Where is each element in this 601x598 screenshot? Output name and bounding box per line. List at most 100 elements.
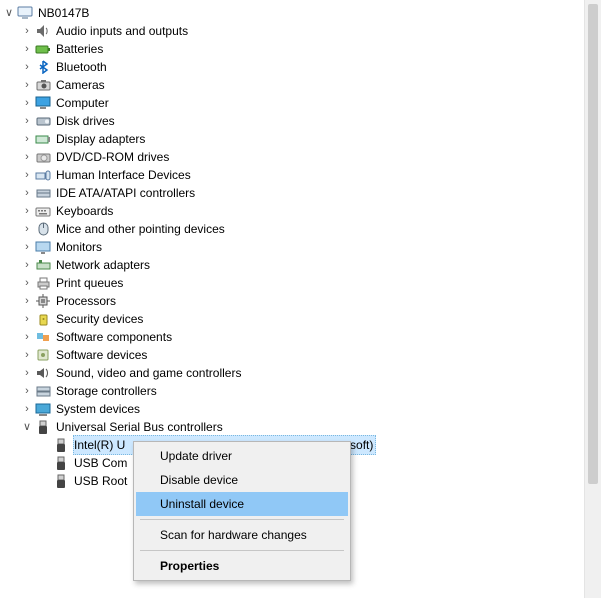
cpu-icon (34, 293, 52, 309)
chevron-down-icon[interactable]: ∨ (20, 418, 34, 436)
tree-item-mice[interactable]: › Mice and other pointing devices (20, 220, 601, 238)
tree-label[interactable]: Software components (55, 327, 175, 347)
tree-label[interactable]: Disk drives (55, 111, 118, 131)
tree-item-storage[interactable]: › Storage controllers (20, 382, 601, 400)
chevron-right-icon[interactable]: › (20, 310, 34, 328)
menu-scan-hardware[interactable]: Scan for hardware changes (136, 523, 348, 547)
chevron-right-icon[interactable]: › (20, 274, 34, 292)
tree-item-print[interactable]: › Print queues (20, 274, 601, 292)
device-tree: ∨ NB0147B › Audio inputs and outputs › Bat… (0, 0, 601, 490)
chevron-right-icon[interactable]: › (20, 292, 34, 310)
monitor2-icon (34, 239, 52, 255)
tree-label[interactable]: Cameras (55, 75, 108, 95)
tree-item-network[interactable]: › Network adapters (20, 256, 601, 274)
keyboard-icon (34, 203, 52, 219)
tree-item-display-adapters[interactable]: › Display adapters (20, 130, 601, 148)
tree-label[interactable]: Mice and other pointing devices (55, 219, 228, 239)
tree-label[interactable]: Audio inputs and outputs (55, 21, 191, 41)
menu-properties[interactable]: Properties (136, 554, 348, 578)
tree-item-system[interactable]: › System devices (20, 400, 601, 418)
tree-label[interactable]: Storage controllers (55, 381, 160, 401)
chevron-right-icon[interactable]: › (20, 238, 34, 256)
usb-icon (34, 419, 52, 435)
tree-label[interactable]: Print queues (55, 273, 126, 293)
usb-icon (52, 437, 70, 453)
system-icon (34, 401, 52, 417)
tree-item-disk[interactable]: › Disk drives (20, 112, 601, 130)
tree-item-computer[interactable]: › Computer (20, 94, 601, 112)
tree-label[interactable]: Security devices (55, 309, 146, 329)
tree-label[interactable]: USB Com (73, 453, 130, 473)
tree-label[interactable]: Sound, video and game controllers (55, 363, 244, 383)
tree-item-bluetooth[interactable]: › Bluetooth (20, 58, 601, 76)
tree-label[interactable]: IDE ATA/ATAPI controllers (55, 183, 198, 203)
scrollbar[interactable] (584, 0, 601, 598)
chevron-right-icon[interactable]: › (20, 256, 34, 274)
scrollbar-thumb[interactable] (588, 4, 598, 484)
chevron-right-icon[interactable]: › (20, 184, 34, 202)
tree-item-sound[interactable]: › Sound, video and game controllers (20, 364, 601, 382)
software-component-icon (34, 329, 52, 345)
battery-icon (34, 41, 52, 57)
menu-uninstall-device[interactable]: Uninstall device (136, 492, 348, 516)
chevron-right-icon[interactable]: › (20, 58, 34, 76)
chevron-right-icon[interactable]: › (20, 364, 34, 382)
chevron-right-icon[interactable]: › (20, 400, 34, 418)
tree-label[interactable]: Bluetooth (55, 57, 110, 77)
tree-label[interactable]: Display adapters (55, 129, 148, 149)
tree-label[interactable]: Processors (55, 291, 119, 311)
tree-item-swdev[interactable]: › Software devices (20, 346, 601, 364)
tree-item-cameras[interactable]: › Cameras (20, 76, 601, 94)
tree-label[interactable]: Monitors (55, 237, 105, 257)
tree-root[interactable]: ∨ NB0147B (2, 4, 601, 22)
menu-separator (140, 550, 344, 551)
chevron-right-icon[interactable]: › (20, 328, 34, 346)
chevron-right-icon[interactable]: › (20, 130, 34, 148)
tree-label[interactable]: USB Root (73, 471, 130, 491)
chevron-right-icon[interactable]: › (20, 148, 34, 166)
disk-icon (34, 113, 52, 129)
chevron-right-icon[interactable]: › (20, 94, 34, 112)
tree-label[interactable]: Computer (55, 93, 112, 113)
chevron-right-icon[interactable]: › (20, 382, 34, 400)
network-icon (34, 257, 52, 273)
chevron-right-icon[interactable]: › (20, 220, 34, 238)
menu-disable-device[interactable]: Disable device (136, 468, 348, 492)
tree-item-ide[interactable]: › IDE ATA/ATAPI controllers (20, 184, 601, 202)
tree-label[interactable]: Universal Serial Bus controllers (55, 417, 226, 437)
chevron-down-icon[interactable]: ∨ (2, 4, 16, 22)
tree-label[interactable]: Network adapters (55, 255, 153, 275)
tree-item-batteries[interactable]: › Batteries (20, 40, 601, 58)
tree-label[interactable]: System devices (55, 399, 143, 419)
tree-label[interactable]: Human Interface Devices (55, 165, 194, 185)
chevron-right-icon[interactable]: › (20, 76, 34, 94)
storage-icon (34, 383, 52, 399)
root-label[interactable]: NB0147B (37, 3, 92, 23)
chevron-right-icon[interactable]: › (20, 22, 34, 40)
chevron-right-icon[interactable]: › (20, 40, 34, 58)
tree-item-monitors[interactable]: › Monitors (20, 238, 601, 256)
chevron-right-icon[interactable]: › (20, 166, 34, 184)
tree-label[interactable]: Batteries (55, 39, 106, 59)
tree-item-processors[interactable]: › Processors (20, 292, 601, 310)
tree-item-swcomp[interactable]: › Software components (20, 328, 601, 346)
tree-label[interactable]: DVD/CD-ROM drives (55, 147, 172, 167)
tree-item-keyboards[interactable]: › Keyboards (20, 202, 601, 220)
chevron-right-icon[interactable]: › (20, 202, 34, 220)
tree-item-hid[interactable]: › Human Interface Devices (20, 166, 601, 184)
chevron-right-icon[interactable]: › (20, 112, 34, 130)
mouse-icon (34, 221, 52, 237)
software-device-icon (34, 347, 52, 363)
tree-item-audio[interactable]: › Audio inputs and outputs (20, 22, 601, 40)
display-adapter-icon (34, 131, 52, 147)
tree-label[interactable]: Software devices (55, 345, 150, 365)
tree-item-dvd[interactable]: › DVD/CD-ROM drives (20, 148, 601, 166)
tree-item-usb[interactable]: ∨ Universal Serial Bus controllers (20, 418, 601, 436)
speaker-icon (34, 23, 52, 39)
label-head: Intel(R) U (74, 438, 125, 452)
menu-update-driver[interactable]: Update driver (136, 444, 348, 468)
tree-label[interactable]: Keyboards (55, 201, 116, 221)
dvd-icon (34, 149, 52, 165)
chevron-right-icon[interactable]: › (20, 346, 34, 364)
tree-item-security[interactable]: › Security devices (20, 310, 601, 328)
